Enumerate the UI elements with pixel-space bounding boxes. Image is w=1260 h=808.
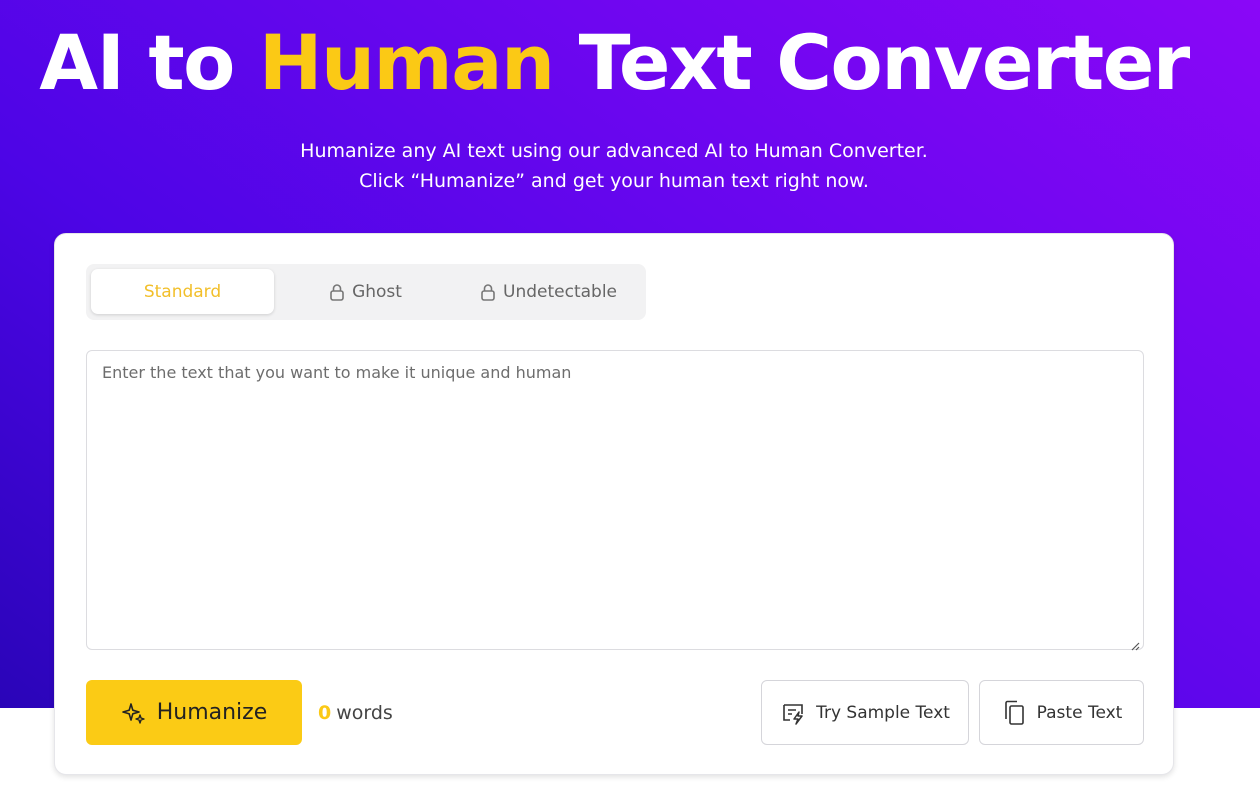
sparkles-icon [121, 700, 147, 726]
try-sample-text-label: Try Sample Text [816, 702, 950, 723]
subtitle-line-1: Humanize any AI text using our advanced … [300, 140, 928, 162]
page-subtitle: Humanize any AI text using our advanced … [0, 136, 1228, 196]
word-count-label: words [336, 702, 393, 724]
tab-standard[interactable]: Standard [91, 269, 274, 314]
paste-text-label: Paste Text [1036, 702, 1123, 723]
try-sample-text-button[interactable]: Try Sample Text [761, 680, 969, 745]
tab-undetectable-label: Undetectable [503, 281, 617, 302]
word-count-number: 0 [318, 702, 332, 724]
mode-tabs: Standard Ghost Undetectable [86, 264, 646, 320]
converter-card: Standard Ghost Undetectable Humaniz [54, 233, 1174, 775]
humanize-button[interactable]: Humanize [86, 680, 302, 745]
paste-text-button[interactable]: Paste Text [979, 680, 1144, 745]
tab-ghost-label: Ghost [352, 281, 402, 302]
title-highlight: Human [258, 18, 555, 107]
title-part-1: AI to [39, 18, 259, 107]
subtitle-line-2: Click “Humanize” and get your human text… [359, 170, 869, 192]
tab-ghost[interactable]: Ghost [274, 269, 457, 314]
lock-icon [480, 283, 496, 301]
humanize-label: Humanize [156, 700, 268, 725]
copy-icon [1001, 699, 1027, 727]
input-textarea[interactable] [87, 351, 1143, 649]
text-editor [86, 350, 1144, 651]
tab-undetectable[interactable]: Undetectable [457, 269, 640, 314]
sample-text-icon [780, 700, 806, 726]
title-part-2: Text Converter [553, 18, 1191, 107]
tab-standard-label: Standard [143, 281, 222, 302]
resize-handle-icon[interactable] [1130, 636, 1140, 651]
word-count: 0 words [318, 702, 393, 724]
page-title: AI to Human Text Converter [0, 18, 1228, 107]
lock-icon [329, 283, 345, 301]
